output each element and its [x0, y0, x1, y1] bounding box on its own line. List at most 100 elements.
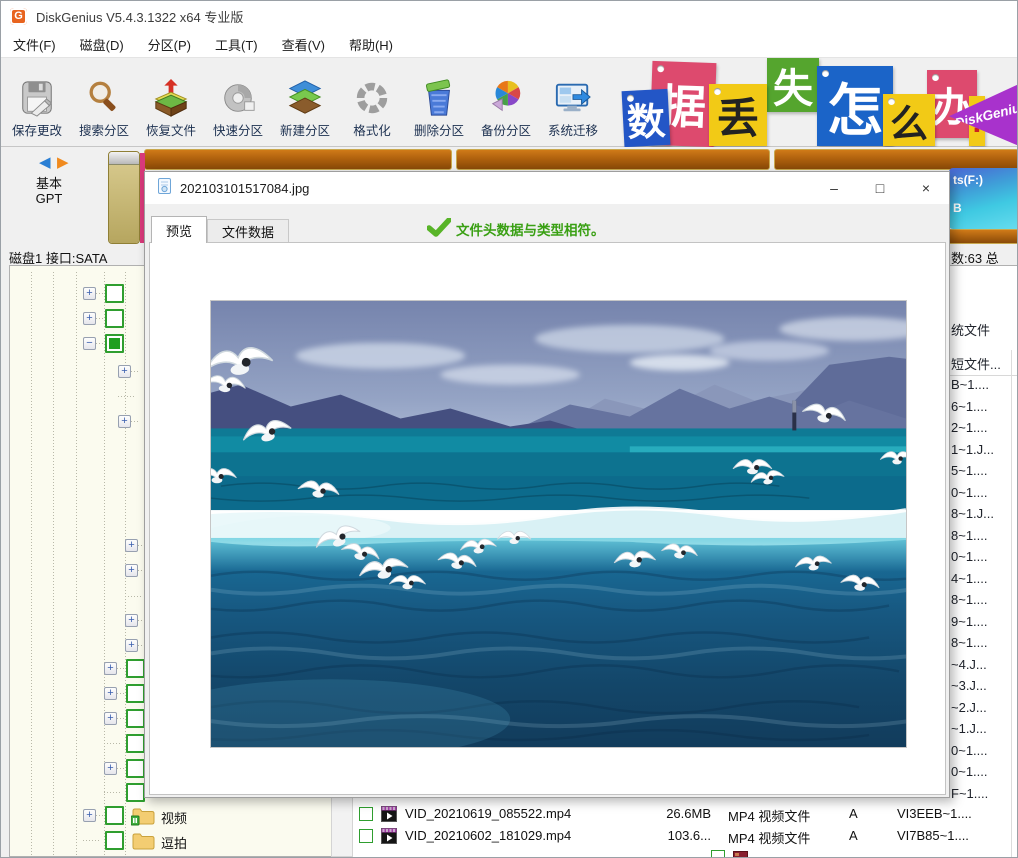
file-list-shortname-fragment[interactable]: 1~1.J... — [951, 439, 1017, 460]
tree-expand-toggle[interactable]: + — [83, 312, 96, 325]
toolbar-button-1[interactable]: 搜索分区 — [71, 61, 137, 145]
file-list-shortname-fragment[interactable]: 9~1.... — [951, 611, 1017, 632]
toolbar-button-5[interactable]: 格式化 — [339, 61, 405, 145]
dialog-titlebar[interactable]: 202103101517084.jpg – □ × — [145, 172, 949, 204]
tree-expand-toggle[interactable]: + — [125, 539, 138, 552]
partition-rect-brown-2[interactable] — [456, 149, 770, 170]
tree-checkbox[interactable] — [126, 734, 145, 753]
file-checkbox[interactable] — [359, 828, 373, 843]
file-list-shortname-fragment[interactable]: ~4.J... — [951, 654, 1017, 675]
file-row-0[interactable]: VID_20210619_085522.mp4 26.6MB MP4 视频文件 A VI… — [353, 804, 1017, 825]
dialog-tabs: 预览 文件数据 — [151, 216, 290, 243]
file-list-shortname-fragment[interactable]: ~1.J... — [951, 718, 1017, 739]
file-list-shortname-fragment[interactable]: ~3.J... — [951, 675, 1017, 696]
menu-item-2[interactable]: 分区(P) — [136, 31, 203, 58]
file-list-shortname-fragment[interactable]: ~2.J... — [951, 697, 1017, 718]
file-checkbox[interactable] — [711, 850, 725, 857]
tree-connector — [131, 421, 139, 422]
tree-checkbox[interactable] — [105, 309, 124, 328]
save-icon — [4, 61, 70, 117]
tree-checkbox[interactable] — [126, 659, 145, 678]
tree-expand-toggle[interactable]: + — [125, 564, 138, 577]
tree-leaf-connector — [104, 743, 122, 744]
file-list-shortname-fragment[interactable]: 8~1.... — [951, 525, 1017, 546]
file-list-shortname-fragment[interactable]: 0~1.... — [951, 761, 1017, 782]
file-list-shortname-fragment[interactable]: 0~1.... — [951, 482, 1017, 503]
minimize-button[interactable]: – — [811, 172, 857, 204]
file-list-shortname-fragment[interactable]: 5~1.... — [951, 460, 1017, 481]
partition-rect-f-drive[interactable]: ts(F:) B — [949, 168, 1017, 229]
menu-item-3[interactable]: 工具(T) — [203, 31, 270, 58]
partition-rect-brown-right[interactable] — [949, 229, 1017, 244]
tree-checkbox[interactable] — [126, 709, 145, 728]
file-checkbox[interactable] — [359, 807, 373, 821]
menu-item-4[interactable]: 查看(V) — [270, 31, 337, 58]
prev-disk-arrow-icon[interactable]: ◀ — [39, 153, 51, 171]
file-list-shortname-fragment[interactable]: 0~1.... — [951, 740, 1017, 761]
tree-expand-toggle[interactable]: + — [83, 809, 96, 822]
tree-expand-toggle[interactable]: + — [104, 662, 117, 675]
close-button[interactable]: × — [903, 172, 949, 204]
tree-expand-toggle[interactable]: + — [83, 287, 96, 300]
file-list-shortname-fragment[interactable]: 8~1.... — [951, 589, 1017, 610]
tree-expand-toggle[interactable]: + — [125, 614, 138, 627]
menu-item-0[interactable]: 文件(F) — [1, 31, 68, 58]
tree-checkbox[interactable] — [126, 684, 145, 703]
menu-item-1[interactable]: 磁盘(D) — [68, 31, 136, 58]
tab-preview[interactable]: 预览 — [151, 216, 208, 243]
partition-rect-brown-3[interactable] — [774, 149, 1017, 170]
file-list-shortname-fragment[interactable]: F~1.... — [951, 783, 1017, 804]
tree-expand-toggle[interactable]: + — [104, 712, 117, 725]
tree-item-17: + 视频 — [10, 805, 330, 827]
quick-partition-icon — [205, 61, 271, 117]
toolbar-button-0[interactable]: 保存更改 — [4, 61, 70, 145]
tree-expand-toggle[interactable]: + — [118, 415, 131, 428]
next-disk-arrow-icon[interactable]: ▶ — [57, 153, 69, 171]
tree-connector — [117, 768, 125, 769]
file-list-shortname-fragment[interactable]: 2~1.... — [951, 417, 1017, 438]
tree-collapse-toggle[interactable]: − — [83, 337, 96, 350]
toolbar-button-8[interactable]: 系统迁移 — [540, 61, 606, 145]
tree-expand-toggle[interactable]: + — [104, 762, 117, 775]
toolbar-button-2[interactable]: 恢复文件 — [138, 61, 204, 145]
tree-checkbox[interactable] — [126, 759, 145, 778]
file-list-shortname-fragment[interactable]: 8~1.... — [951, 632, 1017, 653]
maximize-button[interactable]: □ — [857, 172, 903, 204]
tree-checkbox[interactable] — [105, 806, 124, 825]
tree-expand-toggle[interactable]: + — [125, 639, 138, 652]
file-type: MP4 视频文件 — [728, 830, 811, 846]
file-row-partial[interactable] — [705, 847, 1017, 857]
tree-connector — [96, 343, 104, 344]
file-list-shortname-fragment[interactable]: 4~1.... — [951, 568, 1017, 589]
tree-expand-toggle[interactable]: + — [118, 365, 131, 378]
partition-rect-brown-1[interactable] — [144, 149, 452, 170]
tab-filedata[interactable]: 文件数据 — [207, 219, 290, 243]
toolbar-button-label: 备份分区 — [480, 124, 531, 138]
file-list-shortname-fragment[interactable]: 6~1.... — [951, 396, 1017, 417]
image-file-icon — [733, 849, 748, 857]
preview-content — [149, 242, 946, 795]
toolbar-button-6[interactable]: 删除分区 — [406, 61, 472, 145]
promo-banner[interactable]: 据失丢数怎办么!DiskGeniu — [621, 58, 1017, 148]
file-header-status: 文件头数据与类型相符。 — [426, 217, 605, 240]
toolbar-button-4[interactable]: 新建分区 — [272, 61, 338, 145]
file-name: VID_20210619_085522.mp4 — [405, 806, 572, 821]
toolbar-button-3[interactable]: 快速分区 — [205, 61, 271, 145]
preview-dialog: 202103101517084.jpg – □ × 预览 文件数据 文件头数据与… — [144, 171, 950, 798]
tree-checkbox[interactable] — [105, 334, 124, 353]
file-list-shortname-fragment[interactable]: B~1.... — [951, 374, 1017, 395]
file-list-shortname-fragment[interactable]: 0~1.... — [951, 546, 1017, 567]
file-row-1[interactable]: VID_20210602_181029.mp4 103.6... MP4 视频文件 A… — [353, 826, 1017, 847]
tree-checkbox[interactable] — [105, 831, 124, 850]
tree-leaf-connector — [104, 792, 122, 793]
toolbar-button-7[interactable]: 备份分区 — [473, 61, 539, 145]
tree-checkbox[interactable] — [126, 783, 145, 802]
banner-char-1: 失 — [767, 58, 819, 112]
tree-expand-toggle[interactable]: + — [104, 687, 117, 700]
tree-checkbox[interactable] — [105, 284, 124, 303]
partition-rect-left[interactable] — [108, 151, 140, 244]
tree-item-label[interactable]: 逗拍 — [161, 833, 187, 852]
tree-item-label[interactable]: 视频 — [161, 808, 187, 827]
file-list-shortname-fragment[interactable]: 8~1.J... — [951, 503, 1017, 524]
menu-item-5[interactable]: 帮助(H) — [337, 31, 405, 58]
